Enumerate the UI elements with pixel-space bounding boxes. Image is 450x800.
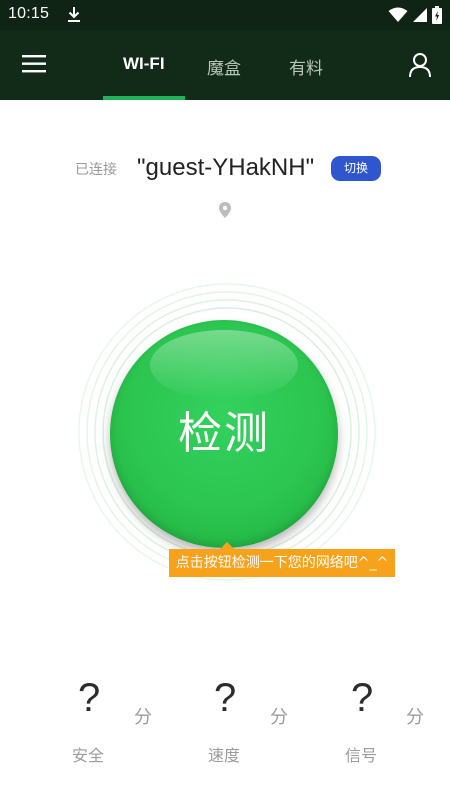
- score-signal-value: ?: [351, 676, 374, 720]
- score-signal-unit: 分: [406, 707, 424, 728]
- tab-wifi[interactable]: WI-FI: [123, 54, 165, 74]
- connection-status-label: 已连接: [75, 162, 117, 178]
- tab-active-indicator: [103, 96, 185, 100]
- top-nav-bar: WI-FI 魔盒 有料: [0, 30, 450, 100]
- detect-hint-tooltip: 点击按钮检测一下您的网络吧^_^: [169, 542, 395, 577]
- network-ssid: "guest-YHakNH": [137, 154, 315, 181]
- location-pin-icon[interactable]: [217, 201, 233, 219]
- tab-youliao[interactable]: 有料: [289, 54, 323, 79]
- download-icon: [68, 7, 80, 22]
- switch-network-button[interactable]: 切换: [331, 156, 381, 181]
- detect-button[interactable]: 检测: [110, 320, 338, 548]
- tab-mohe[interactable]: 魔盒: [207, 54, 241, 79]
- score-speed-value: ?: [214, 676, 237, 720]
- score-speed-label: 速度: [208, 746, 241, 765]
- user-icon[interactable]: [408, 52, 432, 78]
- score-security-value: ?: [78, 676, 101, 720]
- wifi-icon: [388, 7, 408, 22]
- status-icons: [388, 6, 442, 24]
- status-bar: 10:15: [0, 0, 450, 30]
- score-signal: ? 分 信号: [316, 676, 446, 776]
- score-security-unit: 分: [134, 707, 152, 728]
- battery-icon: [432, 6, 442, 24]
- detect-button-label: 检测: [178, 408, 270, 459]
- score-security: ? 分 安全: [42, 676, 172, 776]
- score-signal-label: 信号: [345, 746, 378, 765]
- score-security-label: 安全: [72, 746, 105, 765]
- score-speed-unit: 分: [270, 707, 288, 728]
- status-time: 10:15: [8, 5, 50, 22]
- score-speed: ? 分 速度: [179, 676, 309, 776]
- hamburger-menu-icon[interactable]: [22, 54, 48, 74]
- cellular-signal-icon: [413, 8, 427, 22]
